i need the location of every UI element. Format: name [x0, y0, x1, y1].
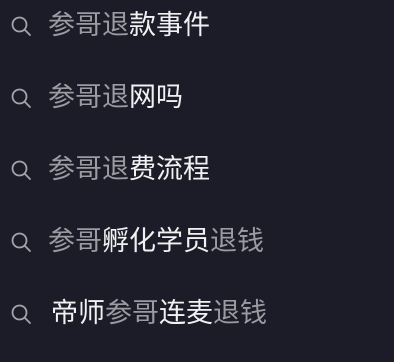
suggestion-text: 参哥退款事件 [48, 8, 210, 44]
suggestion-text: 帝师参哥连麦退钱 [51, 296, 267, 332]
search-icon [11, 88, 31, 108]
suggestion-item-4[interactable]: 参哥孵化学员退钱 [0, 216, 394, 268]
suggestion-match-segment: 参哥 [105, 298, 159, 329]
suggestion-match-segment: 参哥退 [48, 10, 129, 41]
suggestion-completion-segment: 连麦 [159, 298, 213, 329]
suggestion-item-5[interactable]: 帝师参哥连麦退钱 [0, 288, 394, 340]
suggestion-completion-segment: 款事件 [129, 10, 210, 41]
suggestion-item-3[interactable]: 参哥退费流程 [0, 144, 394, 196]
suggestion-match-segment: 参哥退 [48, 82, 129, 113]
suggestion-text: 参哥孵化学员退钱 [48, 224, 264, 260]
suggestion-match-segment: 参哥 [48, 226, 102, 257]
suggestion-text: 参哥退费流程 [48, 152, 210, 188]
suggestion-completion-segment: 网吗 [129, 82, 183, 113]
search-suggestion-list: 参哥退款事件 参哥退网吗 参哥退费流程 参哥孵化学员退钱 帝师参哥连麦退钱 [0, 0, 394, 362]
suggestion-match-segment: 退钱 [213, 298, 267, 329]
suggestion-text: 参哥退网吗 [48, 80, 183, 116]
suggestion-completion-segment: 孵化学员 [102, 226, 210, 257]
suggestion-item-2[interactable]: 参哥退网吗 [0, 72, 394, 124]
suggestion-completion-segment: 费流程 [129, 154, 210, 185]
search-icon [11, 232, 31, 252]
suggestion-item-1[interactable]: 参哥退款事件 [0, 0, 394, 52]
suggestion-match-segment: 参哥退 [48, 154, 129, 185]
search-icon [11, 160, 31, 180]
suggestion-completion-segment: 帝师 [51, 298, 105, 329]
suggestion-match-segment: 退钱 [210, 226, 264, 257]
search-icon [11, 304, 31, 324]
search-icon [11, 16, 31, 36]
